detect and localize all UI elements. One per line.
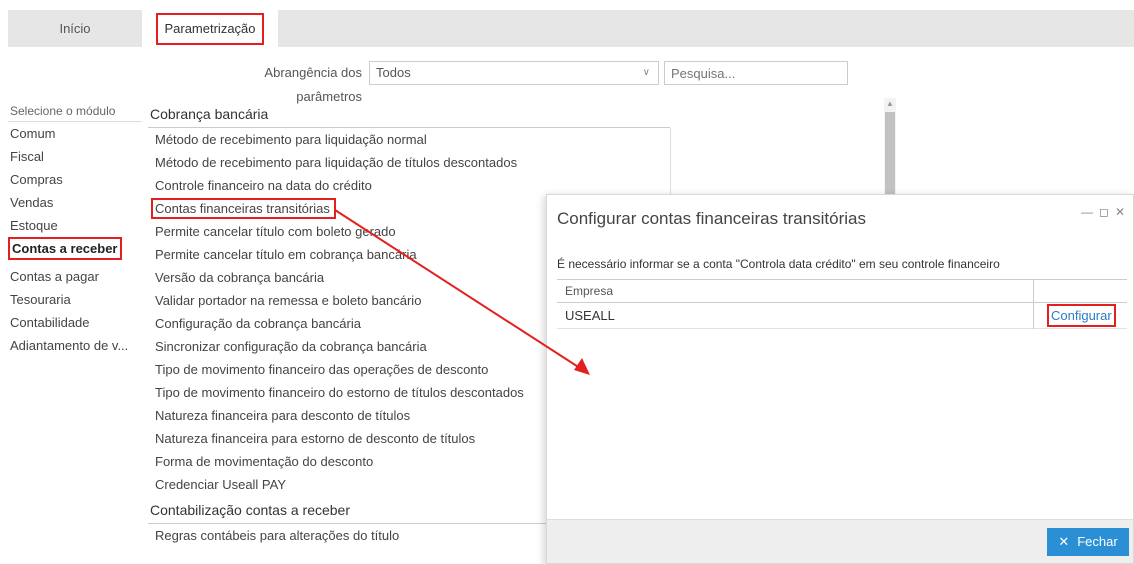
tab-inicio[interactable]: Início — [8, 10, 142, 47]
config-dialog: Configurar contas financeiras transitóri… — [546, 194, 1134, 564]
configure-link[interactable]: Configurar — [1047, 304, 1116, 327]
sidebar-item-fiscal[interactable]: Fiscal — [8, 145, 142, 168]
sidebar-title: Selecione o módulo — [8, 100, 142, 122]
sidebar-item-contabilidade[interactable]: Contabilidade — [8, 311, 142, 334]
column-divider — [1033, 303, 1034, 329]
close-button-label: Fechar — [1077, 534, 1118, 549]
company-table: Empresa USEALL Configurar — [557, 279, 1127, 329]
column-header-empresa: Empresa — [565, 284, 614, 298]
close-icon: ✕ — [1058, 534, 1070, 549]
column-divider — [1033, 280, 1034, 302]
dialog-message: É necessário informar se a conta "Contro… — [557, 257, 1000, 271]
sidebar-item-contas-a-receber[interactable]: Contas a receber — [8, 237, 122, 260]
chevron-down-icon: ∨ — [642, 67, 650, 78]
sidebar-item-tesouraria[interactable]: Tesouraria — [8, 288, 142, 311]
minimize-icon[interactable]: — — [1081, 205, 1093, 219]
module-sidebar: Selecione o módulo Comum Fiscal Compras … — [8, 100, 142, 357]
maximize-icon[interactable]: ◻ — [1099, 205, 1109, 219]
group-header-cobranca: Cobrança bancária — [148, 100, 670, 128]
dialog-footer: ✕ Fechar — [547, 519, 1133, 563]
scope-select[interactable]: Todos ∨ — [369, 61, 659, 85]
tab-parametrizacao[interactable]: Parametrização — [142, 10, 278, 47]
sidebar-item-adiantamento[interactable]: Adiantamento de v... — [8, 334, 142, 357]
company-name: USEALL — [565, 308, 615, 323]
sidebar-item-comum[interactable]: Comum — [8, 122, 142, 145]
tab-parametrizacao-label: Parametrização — [156, 13, 264, 45]
sidebar-item-compras[interactable]: Compras — [8, 168, 142, 191]
dialog-title: Configurar contas financeiras transitóri… — [557, 209, 866, 228]
dialog-window-controls: — ◻ ✕ — [1075, 205, 1125, 219]
tab-bar: Início Parametrização — [8, 10, 1134, 47]
sidebar-item-estoque[interactable]: Estoque — [8, 214, 142, 237]
scope-label: Abrangência dos parâmetros — [264, 65, 362, 104]
table-header: Empresa — [557, 279, 1127, 303]
scope-select-value: Todos — [376, 65, 411, 80]
close-icon[interactable]: ✕ — [1115, 205, 1125, 219]
search-input[interactable] — [664, 61, 848, 85]
close-button[interactable]: ✕ Fechar — [1047, 528, 1129, 556]
param-item[interactable]: Método de recebimento para liquidação de… — [148, 151, 670, 174]
sidebar-item-vendas[interactable]: Vendas — [8, 191, 142, 214]
scroll-up-icon[interactable]: ▲ — [884, 98, 896, 110]
table-row: USEALL Configurar — [557, 303, 1127, 329]
sidebar-item-contas-a-pagar[interactable]: Contas a pagar — [8, 265, 142, 288]
param-item[interactable]: Método de recebimento para liquidação no… — [148, 128, 670, 151]
